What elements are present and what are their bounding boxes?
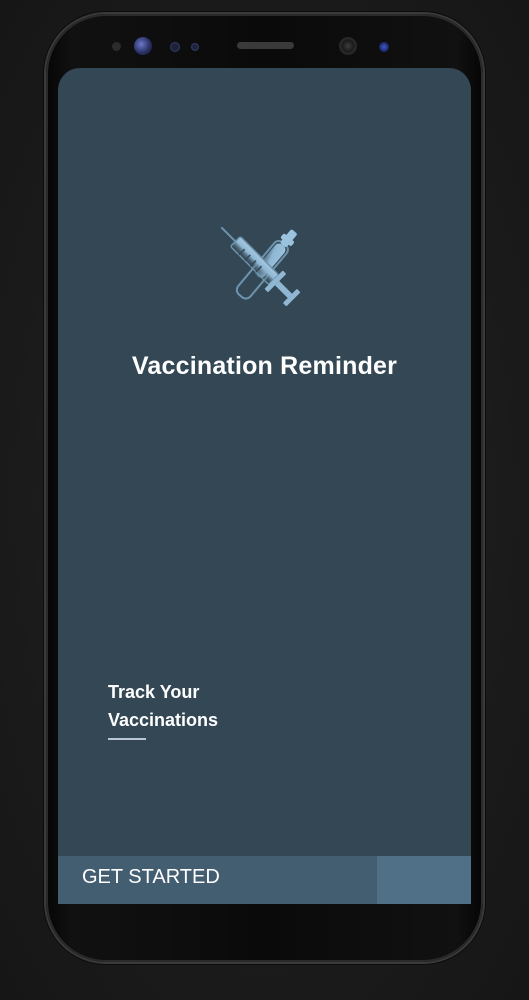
light-sensor xyxy=(170,42,180,52)
device-mockup: Vaccination Reminder Track Your Vaccinat… xyxy=(0,0,529,1000)
syringe-vial-icon xyxy=(210,216,316,322)
next-button[interactable] xyxy=(377,856,471,904)
get-started-button[interactable]: GET STARTED xyxy=(58,856,377,904)
tagline-line-2: Vaccinations xyxy=(108,710,219,730)
front-camera xyxy=(339,37,357,55)
power-button xyxy=(483,311,486,373)
proximity-sensor xyxy=(112,42,121,51)
earpiece-speaker xyxy=(237,42,294,49)
onboarding-tagline: Track Your Vaccinations xyxy=(108,678,308,734)
iris-scanner xyxy=(134,37,152,55)
splash-screen: Vaccination Reminder Track Your Vaccinat… xyxy=(58,68,471,904)
iris-camera xyxy=(379,42,389,52)
light-sensor-2 xyxy=(191,43,199,51)
tagline-line-1: Track Your xyxy=(108,682,200,702)
tagline-underline xyxy=(108,738,146,740)
app-title: Vaccination Reminder xyxy=(131,352,398,380)
bottom-bar: GET STARTED xyxy=(58,856,471,904)
